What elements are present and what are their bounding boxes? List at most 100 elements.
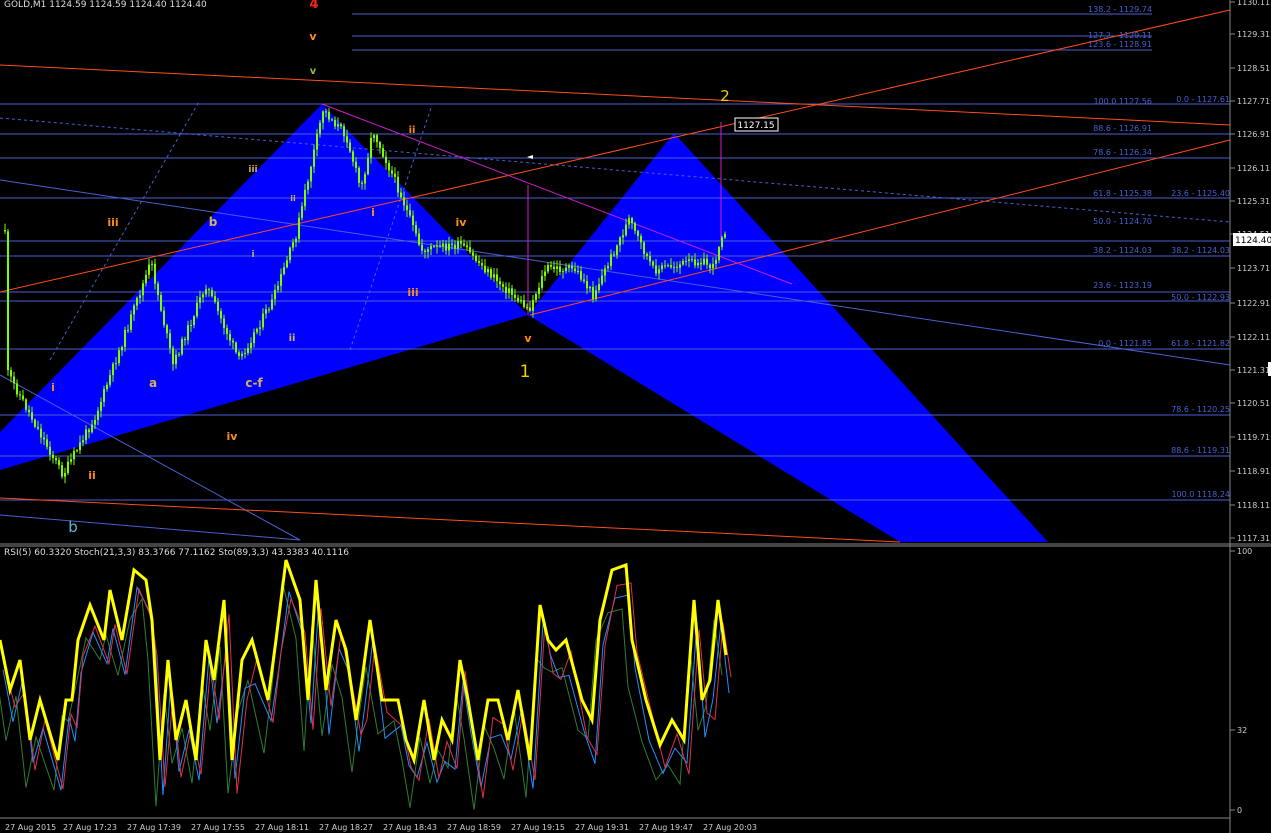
candle-body — [304, 189, 306, 207]
candle-body — [634, 223, 636, 231]
wave-label: b — [209, 215, 218, 229]
candle-body — [205, 289, 207, 295]
candle-body — [148, 264, 150, 275]
fib-label: 88.6 - 1119.31 — [1171, 446, 1230, 455]
price-axis-label: 1126.11 — [1237, 164, 1270, 173]
candle-body — [124, 329, 126, 348]
wave-label: v — [310, 66, 317, 77]
candle-body — [577, 271, 579, 273]
fib-label: 138.2 - 1129.74 — [1088, 5, 1152, 14]
candle-body — [316, 133, 318, 150]
price-tag: 1127.15 — [737, 121, 774, 131]
price-axis-label: 1118.91 — [1237, 467, 1270, 476]
candle-body — [331, 119, 333, 121]
candle-body — [262, 313, 264, 328]
fib-label: 23.6 - 1123.19 — [1093, 281, 1152, 290]
candle-body — [706, 258, 708, 265]
candle-body — [103, 388, 105, 402]
candle-body — [622, 235, 624, 238]
candle-body — [556, 266, 558, 269]
candle-body — [346, 136, 348, 143]
candle-body — [277, 285, 279, 290]
wave-label: c-f — [245, 376, 263, 390]
candle-body — [502, 284, 504, 287]
candle-body — [280, 274, 282, 286]
candle-body — [451, 243, 453, 245]
candle-body — [175, 354, 177, 365]
candle-body — [235, 342, 237, 353]
candle-body — [511, 288, 513, 295]
indicator-axis-label: 100 — [1237, 547, 1252, 556]
candle-body — [544, 271, 546, 277]
price-axis-label: 1118.11 — [1237, 501, 1270, 510]
time-axis-label: 27 Aug 18:59 — [447, 823, 501, 832]
candle-body — [310, 166, 312, 182]
current-price-label: 1124.40 — [1235, 236, 1271, 246]
candle-body — [499, 281, 501, 285]
candle-body — [562, 271, 564, 273]
candle-body — [709, 264, 711, 269]
price-axis-label: 1123.71 — [1237, 264, 1270, 273]
candle-body — [7, 231, 9, 371]
candle-body — [337, 124, 339, 127]
wave-label: a — [149, 376, 157, 390]
candle-body — [535, 294, 537, 301]
candle-body — [640, 236, 642, 243]
fib-label: 50.0 - 1124.70 — [1093, 217, 1152, 226]
candle-body — [397, 176, 399, 193]
candle-body — [163, 310, 165, 326]
candle-body — [106, 384, 108, 389]
candle-body — [145, 274, 147, 284]
candle-body — [70, 459, 72, 462]
candle-body — [400, 192, 402, 198]
candle-body — [631, 218, 633, 224]
candle-body — [130, 314, 132, 330]
candle-body — [319, 122, 321, 134]
candle-body — [58, 460, 60, 466]
candle-body — [724, 233, 726, 238]
candle-body — [424, 250, 426, 252]
candle-body — [406, 205, 408, 211]
chart-canvas[interactable]: 4vv2iiiiibiiiiiviiiiiiiv1a c-fiiiviib138.… — [0, 0, 1271, 833]
wave-label: iii — [107, 216, 118, 229]
candle-body — [679, 264, 681, 268]
candle-body — [379, 142, 381, 149]
candle-body — [202, 294, 204, 298]
candle-body — [52, 454, 54, 459]
candle-body — [652, 261, 654, 266]
price-axis-label: 1120.51 — [1237, 399, 1270, 408]
candle-body — [82, 440, 84, 443]
indicator-axis-label: 0 — [1237, 806, 1242, 815]
candle-body — [412, 215, 414, 226]
candle-body — [22, 395, 24, 400]
candle-body — [589, 286, 591, 289]
candle-body — [523, 300, 525, 307]
candle-body — [433, 246, 435, 248]
candle-body — [529, 307, 531, 312]
candle-body — [343, 126, 345, 137]
candle-body — [193, 316, 195, 325]
time-axis-label: 27 Aug 17:55 — [191, 823, 245, 832]
candle-body — [658, 269, 660, 274]
candle-body — [532, 300, 534, 312]
candle-body — [637, 230, 639, 237]
candle-body — [55, 458, 57, 461]
candle-body — [655, 265, 657, 274]
candle-body — [571, 265, 573, 269]
candle-body — [100, 401, 102, 411]
candle-body — [16, 383, 18, 395]
candle-body — [85, 429, 87, 441]
candle-body — [685, 260, 687, 262]
candle-body — [694, 259, 696, 266]
candle-body — [403, 197, 405, 206]
wave-label: i — [51, 381, 55, 394]
candle-body — [457, 241, 459, 249]
candle-body — [244, 352, 246, 354]
candle-body — [442, 243, 444, 247]
candle-body — [73, 451, 75, 460]
candle-body — [181, 339, 183, 355]
candle-body — [4, 230, 6, 232]
stoch-main-line — [2, 585, 730, 796]
price-axis-label: 1128.51 — [1237, 64, 1270, 73]
candle-body — [598, 284, 600, 291]
